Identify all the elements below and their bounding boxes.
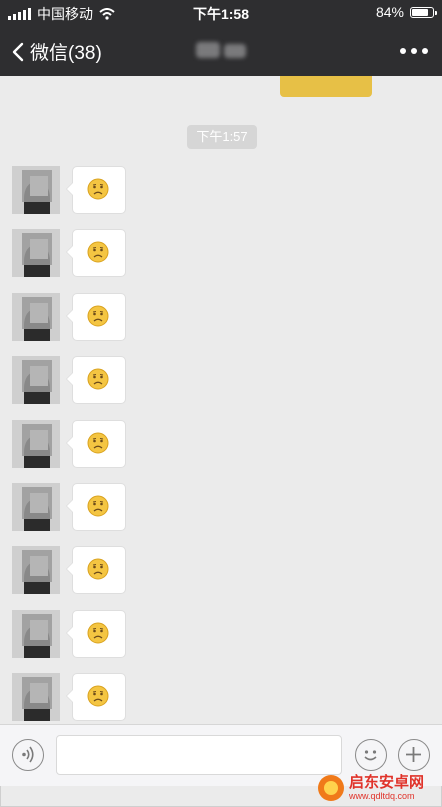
avatar[interactable]: [12, 483, 60, 531]
site-watermark: 启东安卓网 www.qdltdq.com: [318, 771, 440, 805]
message-row: [12, 292, 312, 341]
message-bubble[interactable]: [66, 166, 126, 214]
voice-button[interactable]: [12, 739, 44, 771]
message-bubble[interactable]: [66, 356, 126, 405]
avatar[interactable]: [12, 609, 60, 658]
avatar[interactable]: [12, 546, 60, 595]
chat-title-redacted: [196, 40, 248, 60]
chat-timestamp: 下午1:57: [187, 125, 257, 149]
battery-percent: 84%: [375, 4, 404, 20]
status-bar: 中国移动 下午1:58 84%: [0, 0, 442, 26]
message-row: [12, 673, 312, 722]
battery-icon: [410, 6, 437, 18]
chat-area[interactable]: 下午1:57: [0, 76, 442, 724]
frowning-face-emoji: [87, 178, 109, 200]
message-bubble[interactable]: [66, 546, 126, 595]
message-row: [12, 166, 312, 214]
frowning-face-emoji: [87, 368, 109, 390]
message-bubble[interactable]: [66, 673, 126, 722]
message-bubble[interactable]: [66, 609, 126, 658]
site-logo-icon: [318, 775, 344, 801]
frowning-face-emoji: [87, 622, 109, 644]
voice-icon: [22, 746, 34, 763]
watermark-name: 启东安卓网: [349, 774, 425, 791]
message-bubble[interactable]: [66, 483, 126, 531]
message-bubble[interactable]: [66, 229, 126, 278]
message-row: [12, 419, 312, 468]
avatar[interactable]: [12, 419, 60, 468]
avatar[interactable]: [12, 229, 60, 278]
avatar[interactable]: [12, 356, 60, 405]
frowning-face-emoji: [87, 685, 109, 707]
frowning-face-emoji: [87, 241, 109, 263]
message-row: [12, 483, 312, 531]
chevron-left-icon: [12, 42, 24, 61]
smiley-icon: [364, 750, 377, 761]
navigation-bar: 微信(38): [0, 26, 442, 76]
sent-message-bubble[interactable]: [280, 76, 372, 97]
message-row: [12, 356, 312, 405]
message-row: [12, 609, 312, 658]
back-label: 微信(38): [30, 43, 102, 64]
avatar[interactable]: [12, 673, 60, 722]
message-input[interactable]: [56, 735, 342, 775]
message-row: [12, 546, 312, 595]
plus-icon: [406, 747, 421, 762]
avatar[interactable]: [12, 292, 60, 341]
emoji-button[interactable]: [355, 739, 387, 771]
message-row: [12, 229, 312, 278]
frowning-face-emoji: [87, 558, 109, 580]
frowning-face-emoji: [87, 305, 109, 327]
avatar[interactable]: [12, 166, 60, 214]
message-bubble[interactable]: [66, 292, 126, 341]
watermark-url: www.qdltdq.com: [349, 791, 415, 801]
more-options-button[interactable]: [400, 48, 428, 54]
back-button[interactable]: 微信(38): [12, 38, 102, 65]
frowning-face-emoji: [87, 495, 109, 517]
frowning-face-emoji: [87, 432, 109, 454]
add-button[interactable]: [398, 739, 430, 771]
message-bubble[interactable]: [66, 419, 126, 468]
